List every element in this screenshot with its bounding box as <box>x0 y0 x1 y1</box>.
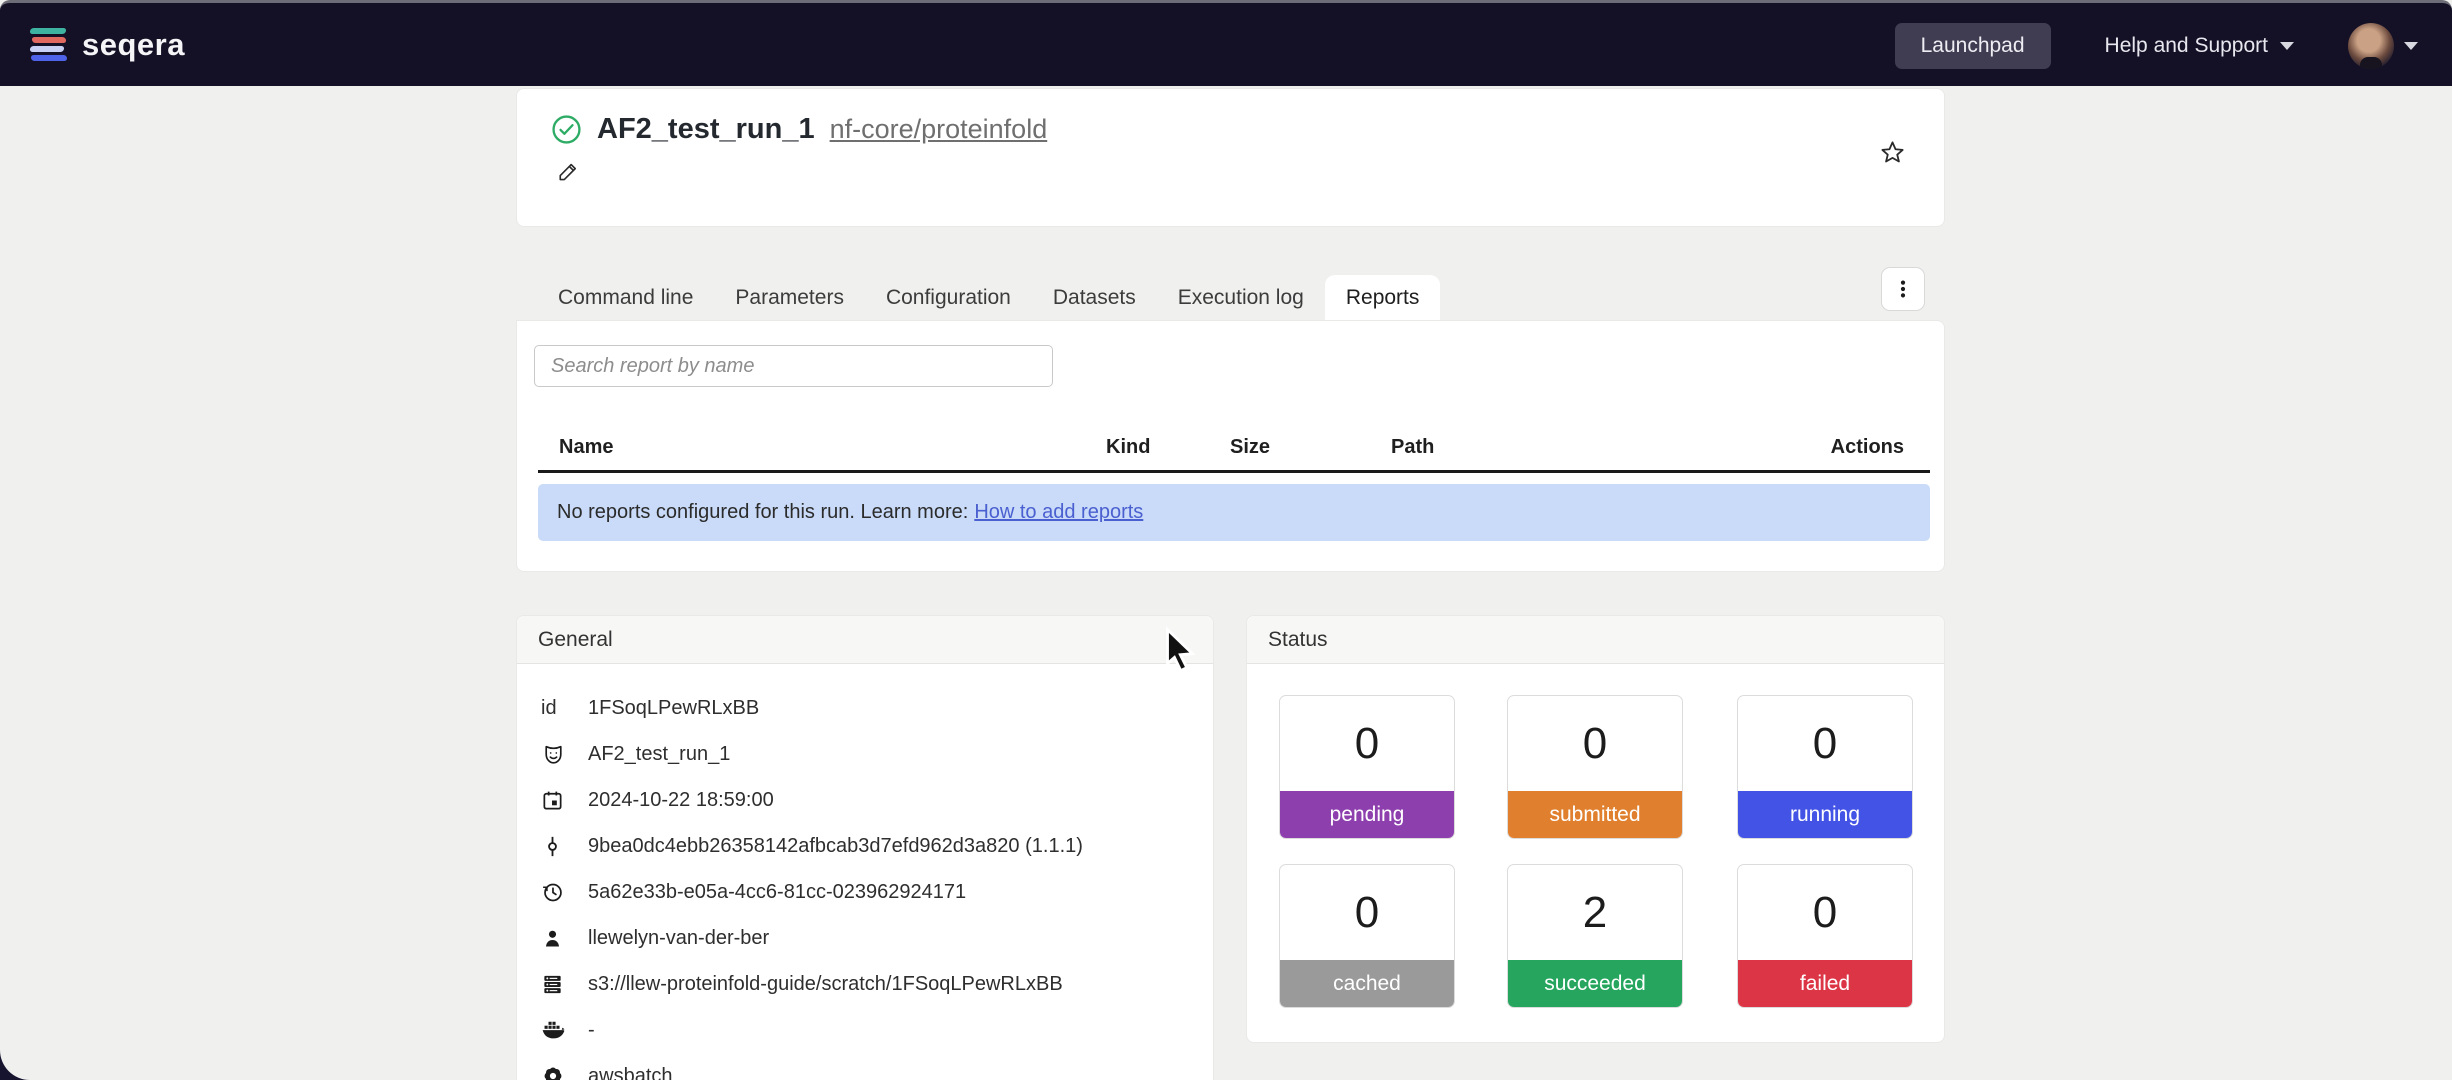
failed-count: 0 <box>1738 865 1912 960</box>
star-icon <box>1879 139 1906 166</box>
failed-label: failed <box>1738 960 1912 1007</box>
navbar-right-cluster: Launchpad Help and Support <box>1895 3 2418 89</box>
status-card-succeeded: 2 succeeded <box>1507 864 1683 1008</box>
general-row-workdir: s3://llew-proteinfold-guide/scratch/1FSo… <box>541 961 1213 1007</box>
general-section: General id 1FSoqLPewRLxBB AF2_test_run_1 <box>516 615 1214 1080</box>
general-row-date: 2024-10-22 18:59:00 <box>541 777 1213 823</box>
tab-command-line[interactable]: Command line <box>537 275 714 321</box>
favorite-star-button[interactable] <box>1879 139 1906 166</box>
status-card-failed: 0 failed <box>1737 864 1913 1008</box>
general-section-title: General <box>517 616 1213 664</box>
succeeded-label: succeeded <box>1508 960 1682 1007</box>
running-count: 0 <box>1738 696 1912 791</box>
running-label: running <box>1738 791 1912 838</box>
run-header-card: AF2_test_run_1 nf-core/proteinfold <box>516 88 1945 227</box>
run-tabs: Command line Parameters Configuration Da… <box>537 275 1440 321</box>
tab-parameters[interactable]: Parameters <box>714 275 865 321</box>
column-header-size: Size <box>1209 436 1370 459</box>
seqera-logo-icon <box>30 28 68 62</box>
user-menu[interactable] <box>2348 23 2418 69</box>
pending-count: 0 <box>1280 696 1454 791</box>
general-row-user: llewelyn-van-der-ber <box>541 915 1213 961</box>
user-icon <box>541 927 588 950</box>
edit-run-button[interactable] <box>557 160 580 183</box>
succeeded-count: 2 <box>1508 865 1682 960</box>
tab-reports[interactable]: Reports <box>1325 275 1441 321</box>
column-header-name: Name <box>538 436 1085 459</box>
pending-label: pending <box>1280 791 1454 838</box>
brand-name: seqera <box>82 27 185 63</box>
tab-datasets[interactable]: Datasets <box>1032 275 1157 321</box>
column-header-path: Path <box>1370 436 1770 459</box>
status-card-running: 0 running <box>1737 695 1913 839</box>
run-options-menu-button[interactable] <box>1881 267 1925 311</box>
general-row-id: id 1FSoqLPewRLxBB <box>541 685 1213 731</box>
id-text-label: id <box>541 697 588 720</box>
docker-icon <box>541 1018 588 1043</box>
alert-text: No reports configured for this run. Lear… <box>557 501 968 524</box>
history-clock-icon <box>541 881 588 904</box>
cached-label: cached <box>1280 960 1454 1007</box>
how-to-add-reports-link[interactable]: How to add reports <box>974 501 1143 524</box>
git-commit-icon <box>541 835 588 858</box>
no-reports-alert: No reports configured for this run. Lear… <box>538 484 1930 541</box>
submitted-label: submitted <box>1508 791 1682 838</box>
general-row-executor: awsbatch <box>541 1053 1213 1080</box>
submitted-count: 0 <box>1508 696 1682 791</box>
cached-count: 0 <box>1280 865 1454 960</box>
status-card-submitted: 0 submitted <box>1507 695 1683 839</box>
general-row-container: - <box>541 1007 1213 1053</box>
top-navbar: seqera Launchpad Help and Support <box>0 0 2452 86</box>
pipeline-link[interactable]: nf-core/proteinfold <box>830 114 1048 145</box>
run-name: AF2_test_run_1 <box>597 113 815 146</box>
status-card-cached: 0 cached <box>1279 864 1455 1008</box>
column-header-kind: Kind <box>1085 436 1209 459</box>
masks-icon <box>541 742 588 767</box>
launchpad-button[interactable]: Launchpad <box>1895 23 2051 69</box>
general-row-commit: 9bea0dc4ebb26358142afbcab3d7efd962d3a820… <box>541 823 1213 869</box>
status-section: Status 0 pending 0 submitted 0 running 0… <box>1246 615 1945 1043</box>
tab-configuration[interactable]: Configuration <box>865 275 1032 321</box>
search-input[interactable] <box>534 345 1053 387</box>
calendar-icon <box>541 789 588 812</box>
status-card-pending: 0 pending <box>1279 695 1455 839</box>
reports-table-header: Name Kind Size Path Actions <box>538 425 1930 473</box>
chevron-down-icon <box>2280 42 2294 50</box>
chevron-down-icon <box>2404 42 2418 50</box>
gear-icon <box>541 1064 588 1080</box>
user-avatar <box>2348 23 2394 69</box>
check-circle-icon <box>551 114 582 145</box>
column-header-actions: Actions <box>1770 436 1930 459</box>
general-row-session-id: 5a62e33b-e05a-4cc6-81cc-023962924171 <box>541 869 1213 915</box>
seqera-brand[interactable]: seqera <box>30 27 185 63</box>
pencil-icon <box>557 160 580 183</box>
status-section-title: Status <box>1247 616 1944 664</box>
reports-panel: Name Kind Size Path Actions No reports c… <box>516 320 1945 572</box>
help-and-support-menu[interactable]: Help and Support <box>2105 34 2294 58</box>
kebab-menu-icon <box>1892 278 1914 300</box>
help-and-support-label: Help and Support <box>2105 34 2268 58</box>
general-row-run-name: AF2_test_run_1 <box>541 731 1213 777</box>
server-icon <box>541 973 588 996</box>
tab-execution-log[interactable]: Execution log <box>1157 275 1325 321</box>
